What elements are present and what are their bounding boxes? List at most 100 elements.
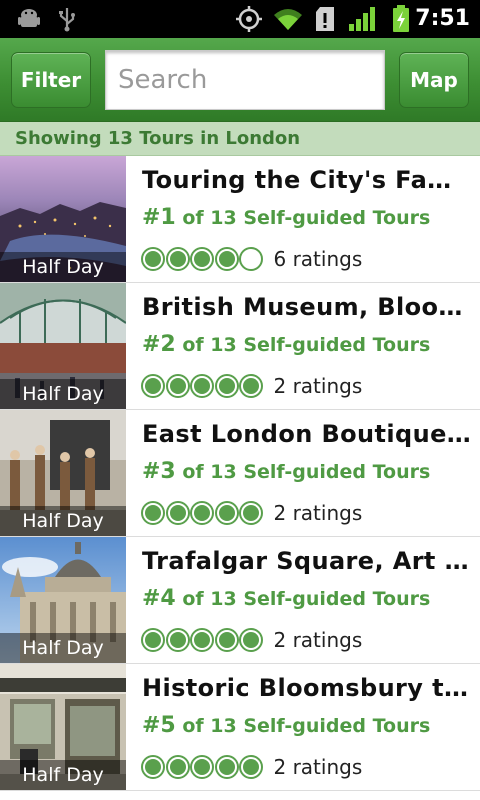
tour-thumbnail: Half Day bbox=[0, 283, 126, 409]
ratings-count: 6 ratings bbox=[273, 247, 363, 271]
rating-bubble-fill bbox=[243, 378, 259, 394]
ratings-count: 2 ratings bbox=[273, 628, 363, 652]
rating-bubble-fill bbox=[194, 632, 210, 648]
rating-bubble-filled bbox=[214, 628, 239, 652]
status-bar: 7:51 bbox=[0, 0, 480, 38]
wifi-icon bbox=[272, 0, 304, 38]
rating-bubble-filled bbox=[141, 628, 165, 652]
rating-bubble-filled bbox=[141, 501, 165, 525]
rating-bubble-filled bbox=[239, 501, 263, 525]
rating-bubble-fill bbox=[194, 251, 210, 267]
tour-rank: #2 of 13 Self-guided Tours bbox=[142, 332, 431, 357]
rating-bubble-filled bbox=[214, 755, 239, 779]
map-button[interactable]: Map bbox=[399, 52, 469, 108]
gps-icon bbox=[234, 0, 264, 38]
rating-bubble-fill bbox=[145, 505, 161, 521]
tour-rank: #5 of 13 Self-guided Tours bbox=[142, 713, 431, 738]
tour-title[interactable]: Touring the City's Fam... bbox=[142, 166, 472, 194]
rating-bubble-fill bbox=[194, 505, 210, 521]
rating-bubble-filled bbox=[165, 247, 190, 271]
rating-bubbles bbox=[141, 755, 264, 779]
rating-bubble-filled bbox=[190, 247, 214, 271]
rating-bubble-fill bbox=[218, 632, 235, 648]
sd-card-alert-icon bbox=[313, 0, 337, 38]
rating-bubble-filled bbox=[190, 628, 214, 652]
rating-bubble-filled bbox=[190, 755, 214, 779]
ratings-count: 2 ratings bbox=[273, 374, 363, 398]
tour-list: Half Day Touring the City's Fam... #1 of… bbox=[0, 156, 480, 791]
rating-bubble-filled bbox=[214, 501, 239, 525]
rating: 2 ratings bbox=[141, 500, 362, 526]
tour-title[interactable]: British Museum, Bloom... bbox=[142, 293, 472, 321]
rating-bubble-filled bbox=[165, 755, 190, 779]
tour-rank: #3 of 13 Self-guided Tours bbox=[142, 459, 431, 484]
tour-thumbnail: Half Day bbox=[0, 537, 126, 663]
rating-bubble-fill bbox=[169, 378, 186, 394]
rating-bubble-fill bbox=[194, 759, 210, 775]
rating-bubble-filled bbox=[214, 247, 239, 271]
tour-row[interactable]: Half Day British Museum, Bloom... #2 of … bbox=[0, 283, 480, 410]
tour-rank: #1 of 13 Self-guided Tours bbox=[142, 205, 431, 230]
filter-button[interactable]: Filter bbox=[11, 52, 91, 108]
rating-bubble-fill bbox=[218, 378, 235, 394]
rating-bubble-fill bbox=[218, 251, 235, 267]
rating-bubbles bbox=[141, 628, 264, 652]
rating-bubble-filled bbox=[239, 755, 263, 779]
rating-bubble-fill bbox=[169, 251, 186, 267]
rating-bubble-filled bbox=[165, 628, 190, 652]
android-debug-icon bbox=[14, 0, 44, 38]
rating-bubble-fill bbox=[169, 632, 186, 648]
tour-thumbnail: Half Day bbox=[0, 410, 126, 536]
search-input[interactable]: Search bbox=[105, 50, 385, 110]
rating-bubble-filled bbox=[141, 755, 165, 779]
rating-bubbles bbox=[141, 374, 264, 398]
tour-row[interactable]: Half Day Touring the City's Fam... #1 of… bbox=[0, 156, 480, 283]
duration-label: Half Day bbox=[0, 506, 126, 536]
clock: 7:51 bbox=[415, 6, 470, 31]
duration-label: Half Day bbox=[0, 633, 126, 663]
rating: 6 ratings bbox=[141, 246, 362, 272]
rating-bubble-filled bbox=[141, 374, 165, 398]
battery-charging-icon bbox=[390, 0, 412, 38]
rating: 2 ratings bbox=[141, 373, 362, 399]
rating-bubble-fill bbox=[218, 759, 235, 775]
rating-bubble-fill bbox=[145, 378, 161, 394]
tour-title[interactable]: Trafalgar Square, Art ... bbox=[142, 547, 472, 575]
rating-bubble-fill bbox=[194, 378, 210, 394]
rating-bubble-filled bbox=[239, 374, 263, 398]
rating-bubble-fill bbox=[145, 251, 161, 267]
results-summary: Showing 13 Tours in London bbox=[0, 122, 480, 156]
rating-bubble-fill bbox=[145, 632, 161, 648]
rating-bubble-filled bbox=[141, 247, 165, 271]
rating-bubble-fill bbox=[169, 505, 186, 521]
rating-bubble-fill bbox=[218, 505, 235, 521]
rating: 2 ratings bbox=[141, 627, 362, 653]
ratings-count: 2 ratings bbox=[273, 501, 363, 525]
rating-bubble-filled bbox=[165, 374, 190, 398]
rating-bubble-filled bbox=[214, 374, 239, 398]
rating-bubble-empty bbox=[239, 247, 263, 271]
rating-bubbles bbox=[141, 501, 264, 525]
tour-row[interactable]: Half Day East London Boutiques,... #3 of… bbox=[0, 410, 480, 537]
toolbar: Filter Search Map bbox=[0, 38, 480, 122]
duration-label: Half Day bbox=[0, 252, 126, 282]
rating-bubbles bbox=[141, 247, 264, 271]
tour-row[interactable]: Half Day Trafalgar Square, Art ... #4 of… bbox=[0, 537, 480, 664]
tour-title[interactable]: East London Boutiques,... bbox=[142, 420, 472, 448]
signal-icon bbox=[347, 0, 377, 38]
rating-bubble-fill bbox=[169, 759, 186, 775]
rating: 2 ratings bbox=[141, 754, 362, 780]
usb-icon bbox=[54, 0, 80, 38]
rating-bubble-fill bbox=[243, 632, 259, 648]
duration-label: Half Day bbox=[0, 379, 126, 409]
rating-bubble-filled bbox=[190, 501, 214, 525]
rating-bubble-filled bbox=[239, 628, 263, 652]
tour-thumbnail: Half Day bbox=[0, 664, 126, 790]
ratings-count: 2 ratings bbox=[273, 755, 363, 779]
tour-row[interactable]: Half Day Historic Bloomsbury to ... #5 o… bbox=[0, 664, 480, 791]
duration-label: Half Day bbox=[0, 760, 126, 790]
tour-title[interactable]: Historic Bloomsbury to ... bbox=[142, 674, 472, 702]
tour-rank: #4 of 13 Self-guided Tours bbox=[142, 586, 431, 611]
rating-bubble-fill bbox=[243, 505, 259, 521]
rating-bubble-filled bbox=[165, 501, 190, 525]
